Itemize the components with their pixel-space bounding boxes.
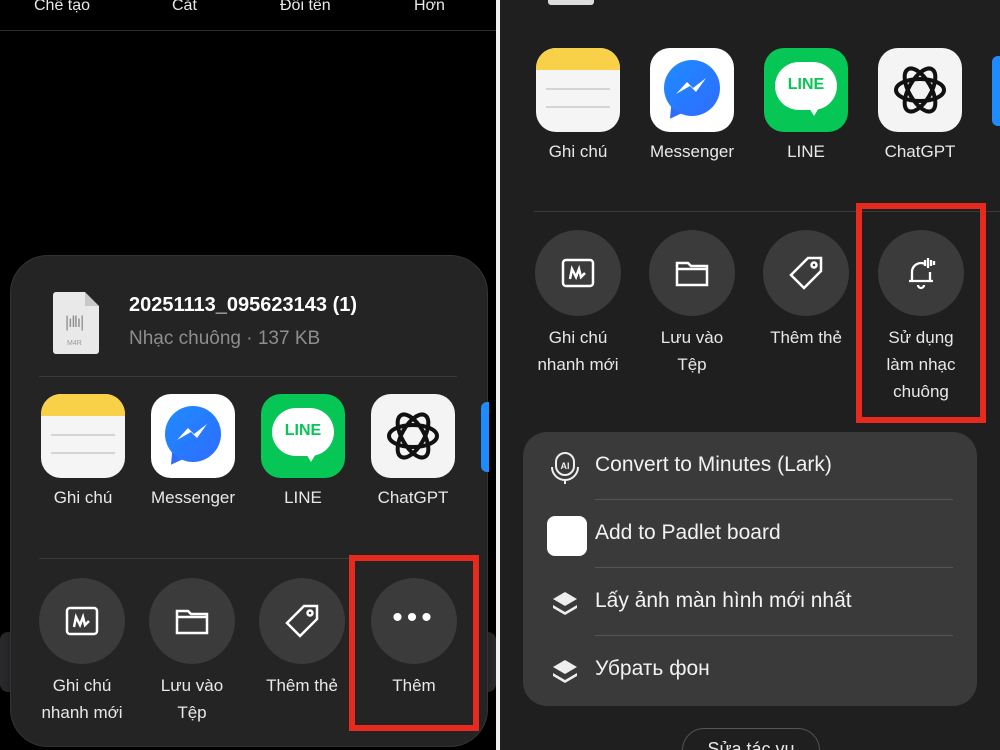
quick-note-icon xyxy=(39,578,125,664)
shortcuts-layers-icon xyxy=(547,654,583,690)
chatgpt-icon xyxy=(878,48,962,132)
file-name: 20251113_095623143 (1) xyxy=(129,294,358,316)
tag-icon xyxy=(259,578,345,664)
folder-icon xyxy=(149,578,235,664)
tag-icon xyxy=(763,230,849,316)
chatgpt-icon xyxy=(371,394,455,478)
divider xyxy=(39,376,457,377)
shortcuts-layers-icon xyxy=(547,586,583,622)
toolbar-rename[interactable]: Đổi tên xyxy=(280,0,331,15)
right-screenshot: Ghi chú Messenger LINE LINE ChatGPT Ghi … xyxy=(500,0,1000,750)
list-item-add-to-padlet[interactable]: Add to Padlet board xyxy=(523,500,977,568)
list-item-latest-screenshot[interactable]: Lấy ảnh màn hình mới nhất xyxy=(523,568,977,636)
action-add-tag[interactable]: Thêm thẻ xyxy=(751,230,861,351)
share-app-partial[interactable] xyxy=(992,56,1000,126)
padlet-icon xyxy=(547,516,587,556)
notes-icon xyxy=(536,48,620,132)
action-save-to-files[interactable]: Lưu vào Tệp xyxy=(137,578,247,726)
ai-microphone-icon: AI xyxy=(547,450,583,486)
messenger-icon xyxy=(151,394,235,478)
toolbar-more[interactable]: Hơn xyxy=(414,0,445,15)
list-item-convert-to-minutes[interactable]: AI Convert to Minutes (Lark) xyxy=(523,432,977,500)
share-app-messenger[interactable]: Messenger xyxy=(143,394,243,508)
quick-note-icon xyxy=(535,230,621,316)
toolbar-cut[interactable]: Cắt xyxy=(172,0,197,15)
action-save-to-files[interactable]: Lưu vào Tệp xyxy=(637,230,747,378)
share-app-chatgpt[interactable]: ChatGPT xyxy=(363,394,463,508)
messenger-icon xyxy=(650,48,734,132)
notes-icon xyxy=(41,394,125,478)
share-app-chatgpt[interactable]: ChatGPT xyxy=(870,48,970,162)
edit-actions-button[interactable]: Sửa tác vụ xyxy=(682,728,820,750)
action-quick-note[interactable]: Ghi chú nhanh mới xyxy=(27,578,137,726)
share-app-notes[interactable]: Ghi chú xyxy=(528,48,628,162)
action-quick-note[interactable]: Ghi chú nhanh mới xyxy=(523,230,633,378)
share-app-partial[interactable] xyxy=(481,402,489,472)
share-app-notes[interactable]: Ghi chú xyxy=(33,394,133,508)
left-screenshot: Chế tạo Cắt Đổi tên Hơn |ıllı| M4R 20251… xyxy=(0,0,496,750)
audio-file-icon: |ıllı| M4R xyxy=(53,292,99,354)
share-app-messenger[interactable]: Messenger xyxy=(642,48,742,162)
svg-text:AI: AI xyxy=(561,461,570,471)
share-app-line[interactable]: LINE LINE xyxy=(756,48,856,162)
list-item-remove-background[interactable]: Убрать фон xyxy=(523,636,977,704)
shortcut-actions-list: AI Convert to Minutes (Lark) Add to Padl… xyxy=(523,432,977,706)
highlight-more-action xyxy=(349,555,479,731)
highlight-ringtone-action xyxy=(856,203,986,423)
line-icon: LINE xyxy=(764,48,848,132)
file-toolbar: Chế tạo Cắt Đổi tên Hơn xyxy=(0,0,496,31)
file-meta: Nhạc chuông · 137 KB xyxy=(129,328,321,349)
share-app-line[interactable]: LINE LINE xyxy=(253,394,353,508)
file-icon-cropped xyxy=(548,0,594,5)
folder-icon xyxy=(649,230,735,316)
action-add-tag[interactable]: Thêm thẻ xyxy=(247,578,357,699)
toolbar-create[interactable]: Chế tạo xyxy=(34,0,90,15)
line-icon: LINE xyxy=(261,394,345,478)
